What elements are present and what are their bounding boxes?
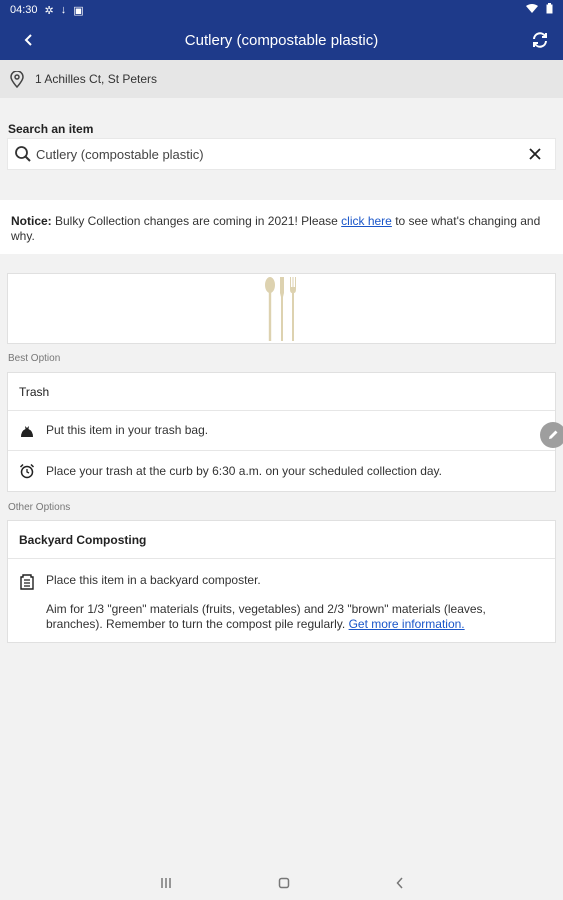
trash-bag-icon — [19, 422, 35, 440]
status-time: 04:30 — [10, 4, 38, 16]
notice-text-before: Bulky Collection changes are coming in 2… — [51, 214, 342, 228]
cutlery-icon — [264, 276, 296, 341]
clear-search-button[interactable] — [521, 140, 549, 168]
recent-apps-button[interactable] — [160, 876, 172, 892]
notice-link[interactable]: click here — [341, 214, 392, 228]
composter-icon — [19, 573, 35, 591]
back-button[interactable] — [16, 28, 40, 52]
address-text: 1 Achilles Ct, St Peters — [35, 72, 158, 86]
location-pin-icon — [10, 70, 28, 88]
search-input[interactable]: Cutlery (compostable plastic) — [7, 138, 556, 170]
nav-back-button[interactable] — [395, 876, 404, 892]
recent-apps-icon — [160, 878, 171, 888]
wifi-icon — [526, 3, 538, 17]
best-option-row-2-text: Place your trash at the curb by 6:30 a.m… — [46, 463, 442, 478]
other-option-title: Backyard Composting — [8, 521, 555, 559]
app-bar: Cutlery (compostable plastic) — [0, 20, 563, 60]
list-item: Place your trash at the curb by 6:30 a.m… — [8, 451, 555, 491]
other-options-label: Other Options — [8, 502, 71, 513]
settings-gear-icon: ✲ — [44, 4, 54, 17]
best-option-title: Trash — [8, 373, 555, 411]
edit-button[interactable] — [540, 422, 563, 448]
clipboard-icon: ▣ — [73, 4, 84, 17]
search-value: Cutlery (compostable plastic) — [36, 146, 204, 162]
download-icon: ↓ — [60, 4, 67, 16]
home-icon — [278, 877, 289, 889]
close-icon — [529, 148, 541, 160]
other-option-card: Backyard Composting Place this item in a… — [7, 520, 556, 643]
list-item: Place this item in a backyard composter.… — [8, 559, 555, 632]
notice-banner: Notice: Bulky Collection changes are com… — [0, 200, 563, 254]
best-option-card: Trash Put this item in your trash bag. P… — [7, 372, 556, 492]
chevron-left-icon — [395, 877, 403, 889]
other-option-row-text: Place this item in a backyard composter. — [46, 573, 261, 587]
status-bar: 04:30 ✲ ↓ ▣ — [0, 0, 563, 20]
search-label: Search an item — [8, 122, 94, 136]
refresh-icon — [533, 32, 547, 48]
system-nav-bar — [0, 868, 563, 900]
best-option-label: Best Option — [8, 353, 61, 364]
notice-label: Notice: — [11, 214, 52, 228]
alarm-clock-icon — [19, 462, 35, 480]
chevron-left-icon — [24, 34, 32, 46]
list-item: Put this item in your trash bag. — [8, 411, 555, 451]
item-image-card — [7, 273, 556, 344]
best-option-row-1-text: Put this item in your trash bag. — [46, 423, 209, 437]
page-title: Cutlery (compostable plastic) — [184, 31, 379, 49]
search-icon — [12, 143, 34, 165]
address-bar[interactable]: 1 Achilles Ct, St Peters — [0, 60, 563, 98]
other-option-detail: Aim for 1/3 "green" materials (fruits, v… — [46, 602, 544, 632]
more-information-link[interactable]: Get more information. — [349, 617, 465, 631]
refresh-button[interactable] — [527, 27, 553, 53]
home-button[interactable] — [278, 876, 290, 892]
battery-icon — [546, 3, 553, 17]
pencil-icon — [549, 430, 558, 439]
